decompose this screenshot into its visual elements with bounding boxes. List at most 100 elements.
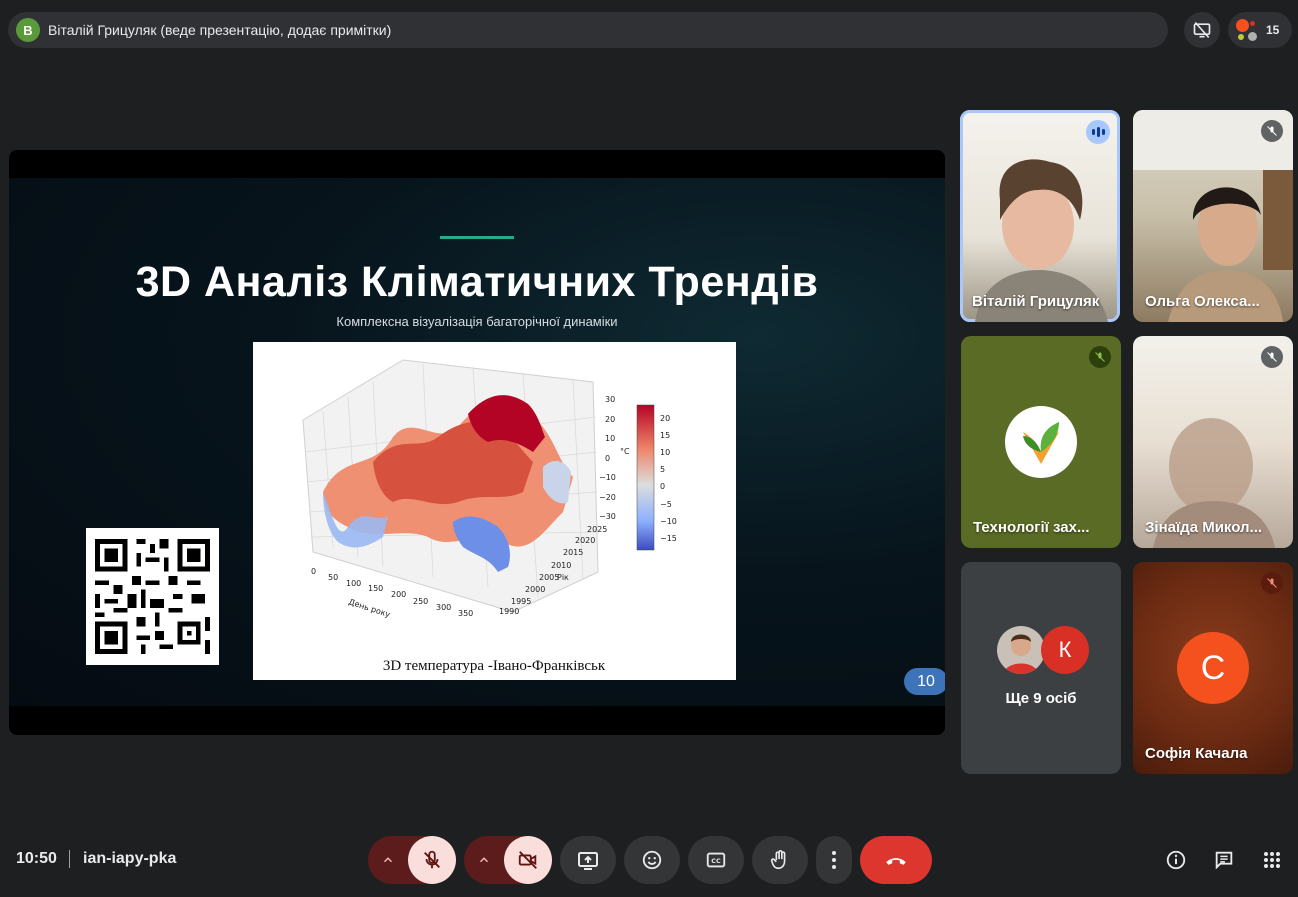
presenter-bar[interactable]: В Віталій Грицуляк (веде презентацію, до… <box>8 12 1168 48</box>
qr-code-icon <box>86 530 219 663</box>
mic-off-icon <box>1261 120 1283 142</box>
mic-off-icon <box>1261 346 1283 368</box>
speaking-indicator-icon <box>1086 120 1110 144</box>
slide-accent-line <box>440 236 514 239</box>
camera-off-icon <box>518 851 537 869</box>
chart-z-tick: −10 <box>599 473 616 482</box>
chart-x-tick: 50 <box>328 573 338 582</box>
chart-z-tick: 10 <box>605 434 615 443</box>
chart-y-tick: 2020 <box>575 536 595 545</box>
presenter-title: Віталій Грицуляк (веде презентацію, дода… <box>48 22 392 38</box>
meeting-code[interactable]: ian-iapy-pka <box>83 850 176 868</box>
chevron-up-icon <box>383 857 393 863</box>
mic-off-icon <box>1261 572 1283 594</box>
camera-control <box>464 836 552 884</box>
more-options-button[interactable] <box>816 836 852 884</box>
slide-page-number: 10 <box>904 668 945 695</box>
chart-z-tick: −20 <box>599 493 616 502</box>
colorbar-tick: 5 <box>660 465 665 474</box>
participant-tile-sofia[interactable]: С Софія Качала <box>1133 562 1293 774</box>
qr-code[interactable] <box>86 528 219 665</box>
activities-button[interactable] <box>1260 848 1284 872</box>
presentation-off-icon <box>1193 21 1211 39</box>
plant-logo-icon <box>1023 422 1059 464</box>
camera-toggle-button[interactable] <box>504 836 552 884</box>
chart-x-tick: 200 <box>391 590 406 599</box>
present-screen-button[interactable] <box>560 836 616 884</box>
closed-captions-icon: CC <box>706 852 726 868</box>
participants-button[interactable]: 15 <box>1228 12 1292 48</box>
more-vertical-icon <box>832 851 836 869</box>
logo-avatar <box>1005 406 1077 478</box>
chat-icon <box>1215 851 1233 870</box>
participant-tile-olha[interactable]: Ольга Олекса... <box>1133 110 1293 322</box>
chart-x-axis-label: День року <box>347 597 391 619</box>
participant-name: Зінаїда Микол... <box>1145 519 1263 536</box>
chevron-up-icon <box>479 857 489 863</box>
participant-name: Ольга Олекса... <box>1145 293 1260 310</box>
3d-surface-plot: 30 20 10 0 −10 −20 −30 °C 0 50 100 150 2… <box>302 359 677 674</box>
participant-avatar-letter: С <box>1177 632 1249 704</box>
meeting-details-button[interactable] <box>1164 848 1188 872</box>
mic-off-icon <box>1089 346 1111 368</box>
chat-button[interactable] <box>1212 848 1236 872</box>
chart-z-tick: 30 <box>605 395 615 404</box>
leave-call-button[interactable] <box>860 836 932 884</box>
colorbar <box>636 404 655 551</box>
reactions-button[interactable] <box>624 836 680 884</box>
chart-x-tick: 250 <box>413 597 428 606</box>
chart-y-tick: 2000 <box>525 585 545 594</box>
colorbar-tick: 20 <box>660 414 670 423</box>
participant-tile-zinaida[interactable]: Зінаїда Микол... <box>1133 336 1293 548</box>
colorbar-tick: 0 <box>660 482 665 491</box>
slide: 3D Аналіз Кліматичних Трендів Комплексна… <box>9 178 945 706</box>
hand-icon <box>770 850 786 870</box>
present-screen-icon <box>578 852 598 870</box>
chart-x-tick: 150 <box>368 584 383 593</box>
captions-button[interactable]: CC <box>688 836 744 884</box>
chart-z-tick: 0 <box>605 454 610 463</box>
presenter-avatar: В <box>16 18 40 42</box>
chart-caption: 3D температура -Івано-Франківськ <box>383 658 606 674</box>
participant-avatar-letter: К <box>1041 626 1089 674</box>
participant-avatar-photo <box>997 626 1045 674</box>
participants-count: 15 <box>1266 23 1280 37</box>
end-call-icon <box>886 858 906 865</box>
chart-x-tick: 300 <box>436 603 451 612</box>
participant-tile-vitalii[interactable]: Віталій Грицуляк <box>960 110 1120 322</box>
slide-title: 3D Аналіз Кліматичних Трендів <box>135 258 819 306</box>
camera-options-button[interactable] <box>464 853 504 867</box>
chart-y-tick: 2015 <box>563 548 583 557</box>
divider <box>69 850 70 868</box>
participant-name: Технології зах... <box>973 519 1090 536</box>
info-icon <box>1166 850 1186 870</box>
svg-text:CC: CC <box>711 857 721 865</box>
participant-tile-others[interactable]: К Ще 9 осіб <box>961 562 1121 774</box>
colorbar-tick: −10 <box>660 517 677 526</box>
apps-grid-icon <box>1264 852 1280 868</box>
presentation-stage: 3D Аналіз Кліматичних Трендів Комплексна… <box>9 150 945 735</box>
emoji-icon <box>642 850 662 870</box>
chart-y-tick: 1990 <box>499 607 519 616</box>
mic-control <box>368 836 456 884</box>
colorbar-tick: −5 <box>660 500 672 509</box>
colorbar-tick: −15 <box>660 534 677 543</box>
mic-toggle-button[interactable] <box>408 836 456 884</box>
3d-temperature-chart-image: 30 20 10 0 −10 −20 −30 °C 0 50 100 150 2… <box>253 342 736 680</box>
hide-presentation-button[interactable] <box>1184 12 1220 48</box>
participant-avatars-icon <box>1236 19 1258 41</box>
slide-subtitle: Комплексна візуалізація багаторічної дин… <box>336 314 618 329</box>
chart-x-tick: 0 <box>311 567 316 576</box>
chart-z-tick: −30 <box>599 512 616 521</box>
participant-name: Віталій Грицуляк <box>972 293 1100 310</box>
colorbar-tick: 10 <box>660 448 670 457</box>
participant-tile-technologies[interactable]: Технології зах... <box>961 336 1121 548</box>
raise-hand-button[interactable] <box>752 836 808 884</box>
chart-y-tick: 2010 <box>551 561 571 570</box>
mic-options-button[interactable] <box>368 853 408 867</box>
chart-y-tick: 1995 <box>511 597 531 606</box>
colorbar-tick: 15 <box>660 431 670 440</box>
chart-x-tick: 100 <box>346 579 361 588</box>
participant-name: Софія Качала <box>1145 745 1248 762</box>
chart-y-tick: 2025 <box>587 525 607 534</box>
